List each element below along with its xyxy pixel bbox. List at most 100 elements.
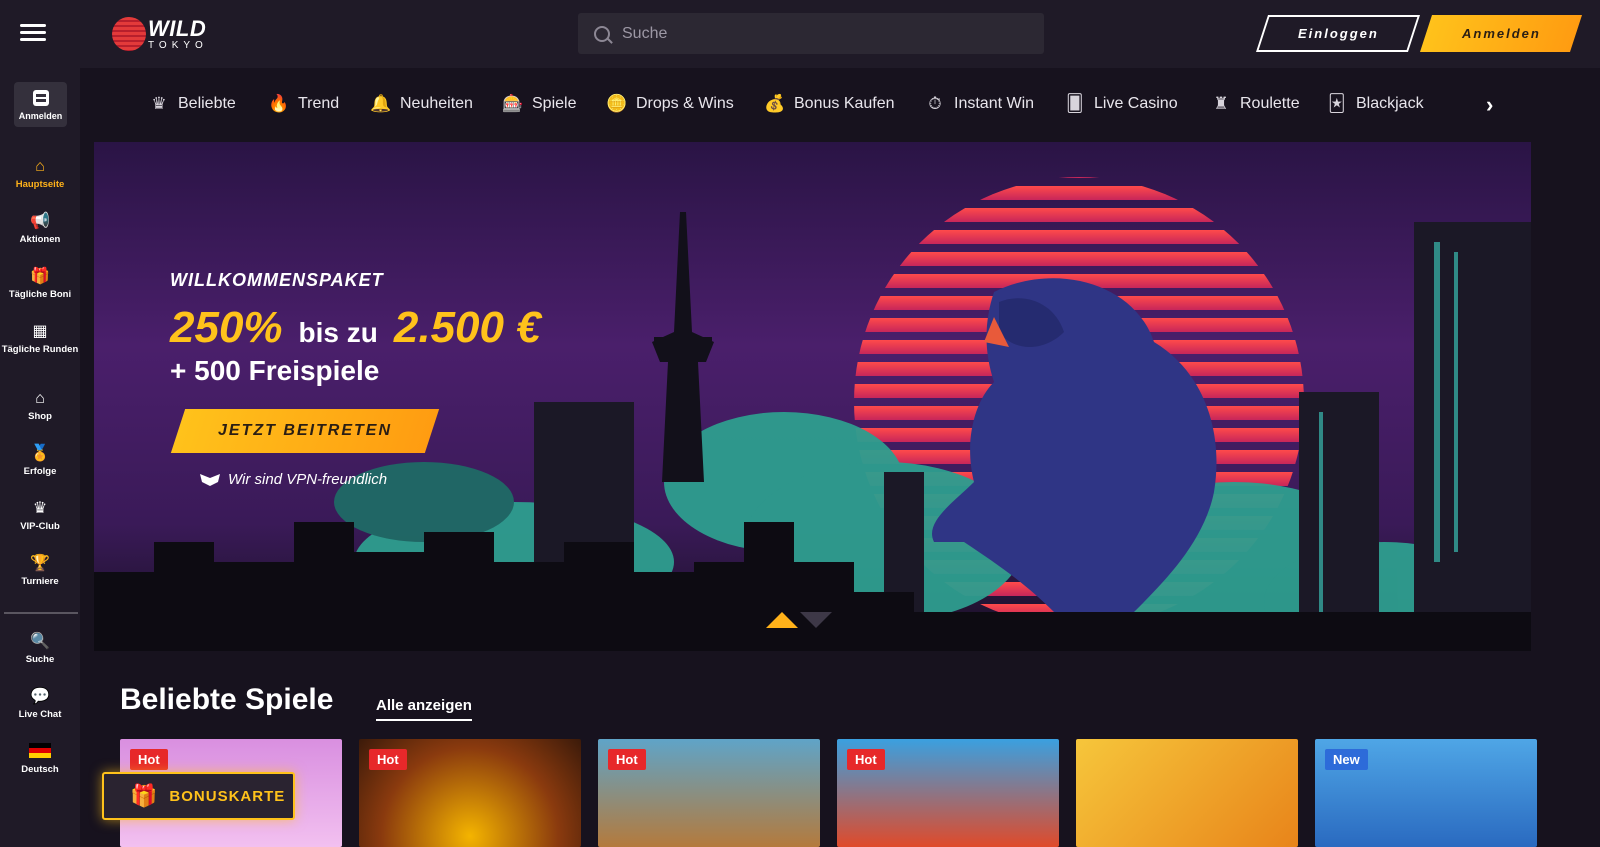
category-spiele[interactable]: 🎰 Spiele bbox=[502, 92, 576, 116]
bonus-card-label: BONUSKARTE bbox=[169, 787, 286, 805]
dealer-icon: 🂠 bbox=[1066, 94, 1084, 113]
sidebar-item-label: Turniere bbox=[21, 576, 59, 587]
sidebar-item-label: Tägliche Runden bbox=[1, 344, 79, 355]
trophy-icon: 🏆 bbox=[30, 555, 50, 572]
sidebar-item-label: Hauptseite bbox=[15, 179, 65, 190]
megaphone-icon: 📢 bbox=[30, 213, 50, 230]
search-icon bbox=[594, 25, 610, 42]
hot-badge: Hot bbox=[369, 749, 407, 770]
top-header: WILD TOKYO Einloggen Anmelden bbox=[0, 0, 1600, 68]
sidebar-item-label: Suche bbox=[25, 654, 55, 665]
search-icon: 🔍 bbox=[30, 633, 50, 650]
money-bag-icon: 💰 bbox=[764, 94, 786, 113]
sidebar-item-suche[interactable]: 🔍 Suche bbox=[0, 623, 80, 675]
join-now-label: JETZT BEITRETEN bbox=[217, 422, 392, 439]
sidebar-item-label: VIP-Club bbox=[20, 521, 60, 532]
sidebar-item-erfolge[interactable]: 🏅 Erfolge bbox=[0, 435, 80, 487]
mask-icon bbox=[200, 473, 220, 486]
search-bar[interactable] bbox=[578, 13, 1044, 54]
coins-icon: 🪙 bbox=[606, 94, 628, 113]
logo-subtitle: TOKYO bbox=[148, 39, 208, 51]
category-label: Spiele bbox=[532, 95, 577, 112]
login-button[interactable]: Einloggen bbox=[1255, 15, 1421, 52]
vpn-note-label: Wir sind VPN-freundlich bbox=[228, 471, 388, 488]
game-tile[interactable]: Hot bbox=[598, 739, 820, 847]
sidebar-item-deutsch[interactable]: Deutsch bbox=[0, 733, 80, 785]
sidebar-item-shop[interactable]: ⌂ Shop bbox=[0, 380, 80, 432]
login-button-label: Einloggen bbox=[1297, 26, 1379, 41]
hero-up-to: bis zu bbox=[298, 317, 378, 348]
sidebar: Anmelden ⌂ Hauptseite 📢 Aktionen 🎁 Tägliche B… bbox=[0, 68, 80, 847]
sidebar-item-hauptseite[interactable]: ⌂ Hauptseite bbox=[0, 148, 80, 200]
sidebar-item-tägliche-boni[interactable]: 🎁 Tägliche Boni bbox=[0, 258, 80, 310]
join-now-button[interactable]: JETZT BEITRETEN bbox=[170, 409, 440, 453]
stopwatch-icon: ⏱ bbox=[928, 94, 942, 113]
bell-icon: 🔔 bbox=[370, 94, 392, 113]
category-drops-wins[interactable]: 🪙 Drops & Wins bbox=[606, 92, 733, 116]
section-title: Beliebte Spiele bbox=[120, 683, 334, 716]
sidebar-divider bbox=[4, 612, 78, 614]
slide-prev-icon[interactable] bbox=[766, 612, 798, 628]
hero-percent: 250% bbox=[170, 303, 283, 352]
sidebar-item-aktionen[interactable]: 📢 Aktionen bbox=[0, 203, 80, 255]
medal-icon: 🏅 bbox=[30, 445, 50, 462]
category-trend[interactable]: 🔥 Trend bbox=[268, 92, 339, 116]
hero-free-spins: + 500 Freispiele bbox=[170, 355, 380, 386]
game-tile[interactable]: Hot bbox=[837, 739, 1059, 847]
logo-wordmark: WILD bbox=[148, 15, 207, 41]
game-tile[interactable]: New bbox=[1315, 739, 1537, 847]
category-label: Roulette bbox=[1240, 95, 1300, 112]
sidebar-item-label: Tägliche Boni bbox=[8, 289, 72, 300]
category-live-casino[interactable]: 🂠 Live Casino bbox=[1064, 92, 1178, 116]
register-button-label: Anmelden bbox=[1461, 26, 1541, 41]
german-flag-icon bbox=[29, 743, 51, 761]
logo-sun-icon bbox=[112, 17, 146, 51]
category-roulette[interactable]: ♜ Roulette bbox=[1210, 92, 1300, 116]
chevron-right-icon[interactable]: › bbox=[1486, 92, 1493, 118]
sidebar-item-vip-club[interactable]: ♛ VIP-Club bbox=[0, 490, 80, 542]
sidebar-item-label: Shop bbox=[28, 411, 52, 422]
vpn-note: Wir sind VPN-freundlich bbox=[200, 471, 541, 488]
sidebar-item-turniere[interactable]: 🏆 Turniere bbox=[0, 545, 80, 597]
crown-icon: ♛ bbox=[151, 94, 167, 113]
sidebar-item-live-chat[interactable]: 💬 Live Chat bbox=[0, 678, 80, 730]
chat-icon: 💬 bbox=[30, 688, 50, 705]
shop-icon: ⌂ bbox=[35, 390, 45, 407]
category-label: Bonus Kaufen bbox=[794, 95, 895, 112]
category-beliebte[interactable]: ♛ Beliebte bbox=[148, 92, 235, 116]
cards-icon: 🃏 bbox=[1328, 94, 1346, 113]
register-button[interactable]: Anmelden bbox=[1419, 15, 1583, 52]
category-nav: ♛ Beliebte 🔥 Trend 🔔 Neuheiten 🎰 Spiele 🪙 Drops &… bbox=[80, 68, 1600, 140]
sidebar-login-button[interactable]: Anmelden bbox=[14, 82, 67, 127]
bonus-card-button[interactable]: 🎁 BONUSKARTE bbox=[102, 772, 295, 820]
category-blackjack[interactable]: 🃏 Blackjack bbox=[1326, 92, 1423, 116]
site-logo[interactable]: WILD TOKYO bbox=[112, 16, 208, 52]
category-label: Trend bbox=[298, 95, 340, 112]
hero-welcome-label: WILLKOMMENSPAKET bbox=[170, 270, 384, 290]
sidebar-item-label: Erfolge bbox=[23, 466, 57, 477]
slide-next-icon[interactable] bbox=[800, 612, 832, 628]
sidebar-item-label: Live Chat bbox=[18, 709, 62, 720]
home-icon: ⌂ bbox=[35, 158, 45, 175]
category-label: Live Casino bbox=[1094, 95, 1178, 112]
hot-badge: Hot bbox=[847, 749, 885, 770]
crown-icon: ♛ bbox=[32, 500, 48, 517]
category-label: Instant Win bbox=[954, 95, 1035, 112]
sidebar-item-tägliche-runden[interactable]: ▦ Tägliche Runden bbox=[0, 313, 80, 365]
category-instant-win[interactable]: ⏱ Instant Win bbox=[924, 92, 1034, 116]
hot-badge: Hot bbox=[608, 749, 646, 770]
menu-icon[interactable] bbox=[20, 24, 46, 44]
show-all-link[interactable]: Alle anzeigen bbox=[376, 697, 472, 721]
calendar-icon: ▦ bbox=[32, 323, 48, 340]
category-label: Neuheiten bbox=[400, 95, 473, 112]
roulette-icon: ♜ bbox=[1213, 94, 1229, 113]
category-neuheiten[interactable]: 🔔 Neuheiten bbox=[370, 92, 473, 116]
search-input[interactable] bbox=[622, 24, 1022, 43]
hot-badge: Hot bbox=[130, 749, 168, 770]
hero-amount: 2.500 € bbox=[393, 303, 541, 352]
category-bonus-kaufen[interactable]: 💰 Bonus Kaufen bbox=[764, 92, 895, 116]
game-tile[interactable] bbox=[1076, 739, 1298, 847]
flame-icon: 🔥 bbox=[268, 94, 290, 113]
hero-banner[interactable]: WILLKOMMENSPAKET 250% bis zu 2.500 € + 5… bbox=[94, 142, 1531, 651]
game-tile[interactable]: Hot bbox=[359, 739, 581, 847]
